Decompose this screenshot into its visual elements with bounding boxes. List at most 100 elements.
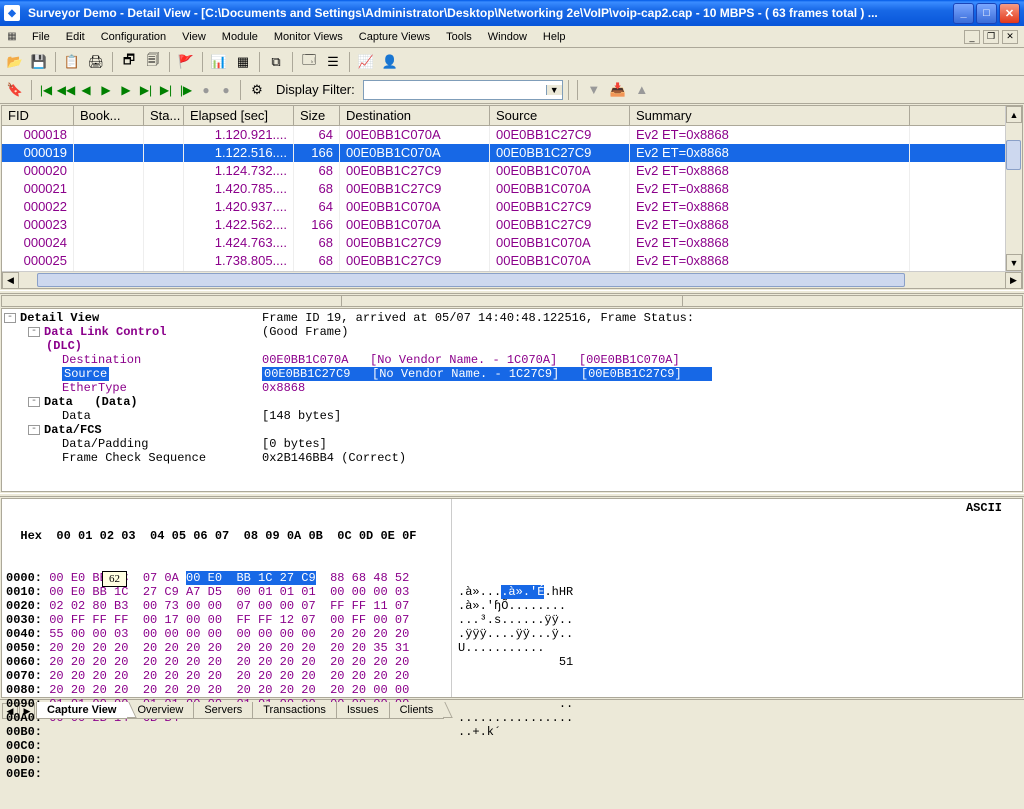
table-row[interactable]: 0000181.120.921....6400E0BB1C070A00E0BB1… [2,126,1022,144]
menu-tools[interactable]: Tools [438,28,480,46]
scroll-down-button[interactable]: ▼ [1006,254,1022,271]
mdi-restore-button[interactable]: ❐ [983,30,999,44]
detail-view-pane[interactable]: - Detail View Frame ID 19, arrived at 05… [1,308,1023,492]
ascii-row[interactable] [458,669,1016,683]
menu-configuration[interactable]: Configuration [93,28,174,46]
fcs-row[interactable]: Frame Check Sequence [62,451,206,465]
scroll-thumb-v[interactable] [1006,140,1021,170]
column-header[interactable]: Size [294,106,340,125]
grid-vscrollbar[interactable]: ▲ ▼ [1005,106,1022,271]
padding-row[interactable]: Data/Padding [62,437,148,451]
menu-monitor-views[interactable]: Monitor Views [266,28,351,46]
tree-toggle[interactable]: - [28,397,40,407]
prev-button[interactable]: ◀ [77,81,95,99]
bookmark-button[interactable]: 🔖 [4,79,26,101]
column-header[interactable]: Source [490,106,630,125]
mdi-close-button[interactable]: ✕ [1002,30,1018,44]
list-button[interactable]: ☰ [322,51,344,73]
table-row[interactable]: 0000221.420.937....6400E0BB1C070A00E0BB1… [2,198,1022,216]
scroll-right-button[interactable]: ▶ [1005,272,1022,289]
expert-button[interactable]: 👤 [379,51,401,73]
graph-button[interactable]: 📈 [355,51,377,73]
table-button[interactable]: ▦ [232,51,254,73]
hex-row[interactable]: 0000: 00 E0 BB 1C 07 0A 00 E0 BB 1C 27 C… [6,571,447,585]
play-button[interactable]: ▶ [97,81,115,99]
menu-window[interactable]: Window [480,28,535,46]
compare-button[interactable]: 🗗 [118,51,140,73]
ascii-row[interactable]: .à»....à».'É.hHR [458,585,1016,599]
next-button[interactable]: ▶ [117,81,135,99]
dlc-header[interactable]: Data Link Control [44,325,166,339]
table-row[interactable]: 0000231.422.562....16600E0BB1C070A00E0BB… [2,216,1022,234]
menu-edit[interactable]: Edit [58,28,93,46]
windows-button[interactable]: 🗔 [298,51,320,73]
hex-pane[interactable]: Hex 00 01 02 03 04 05 06 07 08 09 0A 0B … [1,498,1023,698]
maximize-button[interactable]: □ [976,3,997,24]
mdi-doc-icon[interactable]: ▦ [4,29,20,45]
step-button[interactable]: |▶ [177,81,195,99]
hex-row[interactable]: 0020: 02 02 80 B3 00 73 00 00 07 00 00 0… [6,599,447,613]
next-page-button[interactable]: ▶| [137,81,155,99]
mdi-minimize-button[interactable]: _ [964,30,980,44]
hex-row[interactable]: 0050: 20 20 20 20 20 20 20 20 20 20 20 2… [6,641,447,655]
scroll-up-button[interactable]: ▲ [1006,106,1022,123]
filter-config-button[interactable]: ⚙ [246,79,268,101]
hex-row[interactable]: 00B0: [6,725,447,739]
column-header[interactable]: FID [2,106,74,125]
ascii-row[interactable]: U........... [458,641,1016,655]
open-button[interactable]: 📂 [4,51,26,73]
ascii-row[interactable]: .ÿÿÿ....ÿÿ...ÿ.. [458,627,1016,641]
hex-row[interactable]: 0010: 00 E0 BB 1C 27 C9 A7 D5 00 01 01 0… [6,585,447,599]
network-button[interactable]: ⧉ [265,51,287,73]
tree-toggle[interactable]: - [28,327,40,337]
ascii-row[interactable]: .. [458,697,1016,711]
save-filter-button[interactable]: 📥 [607,79,629,101]
filter-dropdown-button[interactable]: ▼ [546,85,562,95]
scroll-left-button[interactable]: ◀ [2,272,19,289]
prev-page-button[interactable]: ◀◀ [57,81,75,99]
table-row[interactable]: 0000191.122.516....16600E0BB1C070A00E0BB… [2,144,1022,162]
ascii-row[interactable]: .à».'ɧÕ........ [458,599,1016,613]
scroll-thumb-h[interactable] [37,273,905,287]
ascii-row[interactable]: ................ [458,711,1016,725]
menu-module[interactable]: Module [214,28,266,46]
ascii-row[interactable]: 51 [458,655,1016,669]
dlc-source[interactable]: Source [62,367,109,381]
save-button[interactable]: 💾 [28,51,50,73]
tab-servers[interactable]: Servers [193,702,253,719]
first-button[interactable]: |◀ [37,81,55,99]
last-button[interactable]: ▶| [157,81,175,99]
clear-filter-button[interactable]: ▲ [631,79,653,101]
table-row[interactable]: 0000251.738.805....6800E0BB1C27C900E0BB1… [2,252,1022,270]
tree-toggle[interactable]: - [4,313,16,323]
tab-issues[interactable]: Issues [336,702,390,719]
tab-capture-view[interactable]: Capture View [36,702,128,719]
table-row[interactable]: 0000211.420.785....6800E0BB1C27C900E0BB1… [2,180,1022,198]
menu-help[interactable]: Help [535,28,574,46]
column-header[interactable]: Summary [630,106,910,125]
display-filter-combo[interactable]: ▼ [363,80,563,100]
menu-view[interactable]: View [174,28,214,46]
hex-row[interactable]: 0070: 20 20 20 20 20 20 20 20 20 20 20 2… [6,669,447,683]
tab-transactions[interactable]: Transactions [252,702,337,719]
data-row[interactable]: Data [62,409,91,423]
table-row[interactable]: 0000241.424.763....6800E0BB1C27C900E0BB1… [2,234,1022,252]
hex-row[interactable]: 0030: 00 FF FF FF 00 17 00 00 FF FF 12 0… [6,613,447,627]
flag-button[interactable]: 🚩 [175,51,197,73]
record-button[interactable]: ● [197,81,215,99]
stop-button[interactable]: ● [217,81,235,99]
minimize-button[interactable]: _ [953,3,974,24]
data-header[interactable]: Data (Data) [44,395,138,409]
print-button[interactable]: 🖨 [85,51,107,73]
dlc-ethertype[interactable]: EtherType [62,381,127,395]
ascii-row[interactable]: ..+.k´ [458,725,1016,739]
close-button[interactable]: ✕ [999,3,1020,24]
hex-row[interactable]: 00E0: [6,767,447,781]
menu-file[interactable]: File [24,28,58,46]
stack-button[interactable]: 🗐 [142,51,164,73]
tab-overview[interactable]: Overview [127,702,195,719]
hex-row[interactable]: 00C0: [6,739,447,753]
hex-row[interactable]: 00D0: [6,753,447,767]
hex-row[interactable]: 0060: 20 20 20 20 20 20 20 20 20 20 20 2… [6,655,447,669]
ascii-row[interactable] [458,683,1016,697]
